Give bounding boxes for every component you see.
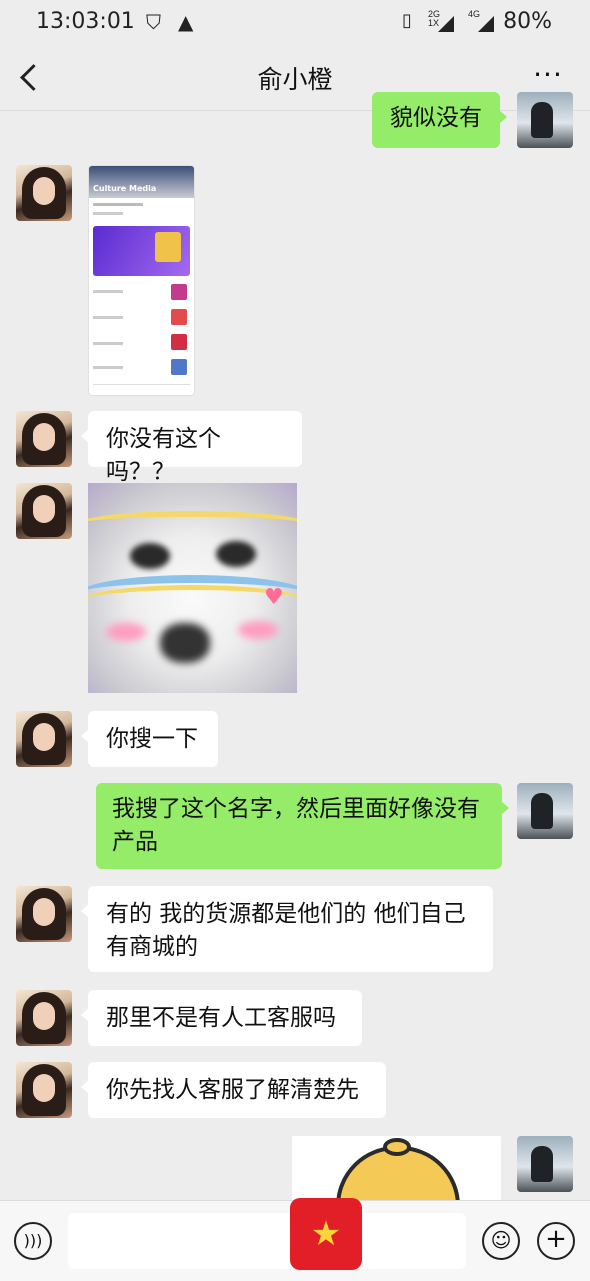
shield-icon: ⛉ — [146, 10, 161, 34]
message-bubble-left[interactable]: 你先找人客服了解清楚先 — [81, 1062, 386, 1118]
watermark-logo: ★ — [290, 1198, 362, 1270]
warning-icon: ▲ — [178, 10, 194, 34]
message-text: 你没有这个吗？？ — [106, 426, 221, 485]
my-avatar[interactable] — [517, 783, 573, 839]
voice-icon[interactable]: ))) — [14, 1222, 52, 1260]
message-text: 有的 我的货源都是他们的 他们自己有商城的 — [106, 901, 466, 960]
signal-4g-icon: 4G — [468, 10, 494, 32]
contact-avatar[interactable] — [16, 990, 72, 1046]
message-bubble-right[interactable]: 我搜了这个名字，然后里面好像没有产品 — [96, 783, 509, 869]
contact-avatar[interactable] — [16, 411, 72, 467]
battery-level: 80% — [503, 9, 552, 34]
blurry-face-sticker[interactable]: ♥ — [88, 483, 297, 693]
my-avatar[interactable] — [517, 1136, 573, 1192]
contact-avatar[interactable] — [16, 886, 72, 942]
contact-avatar[interactable] — [16, 1062, 72, 1118]
status-time: 13:03:01 — [36, 9, 135, 34]
message-bubble-left[interactable]: 你搜一下 — [81, 711, 218, 767]
cartoon-hat-sticker[interactable] — [292, 1136, 501, 1206]
message-text: 你搜一下 — [106, 726, 198, 752]
message-text: 貌似没有 — [390, 105, 482, 131]
contact-avatar[interactable] — [16, 165, 72, 221]
message-bubble-left[interactable]: 你没有这个吗？？ — [81, 411, 302, 485]
message-input[interactable] — [68, 1213, 466, 1269]
emoji-icon[interactable]: ☺ — [482, 1222, 520, 1260]
contact-avatar[interactable] — [16, 483, 72, 539]
signal-2g-icon: 2G 1X — [428, 10, 454, 32]
message-bubble-left[interactable]: 那里不是有人工客服吗 — [81, 990, 362, 1046]
contact-avatar[interactable] — [16, 711, 72, 767]
message-text: 那里不是有人工客服吗 — [106, 1005, 336, 1031]
message-bubble-right[interactable]: 貌似没有 — [372, 92, 507, 148]
chat-title: 俞小橙 — [257, 65, 333, 94]
message-text: 我搜了这个名字，然后里面好像没有产品 — [112, 796, 480, 855]
chat-header: 俞小橙 ··· — [0, 46, 590, 111]
message-bubble-left[interactable]: 有的 我的货源都是他们的 他们自己有商城的 — [81, 886, 493, 972]
vibrate-icon: ▯ — [402, 10, 412, 31]
plus-icon[interactable]: + — [537, 1222, 575, 1260]
shared-screenshot-image[interactable]: Culture Media — [88, 165, 195, 396]
my-avatar[interactable] — [517, 92, 573, 148]
message-text: 你先找人客服了解清楚先 — [106, 1077, 359, 1103]
heart-icon: ♥ — [264, 585, 284, 610]
status-bar: 13:03:01 ⛉ ▲ ▯ 2G 1X 4G 80% — [0, 0, 590, 46]
